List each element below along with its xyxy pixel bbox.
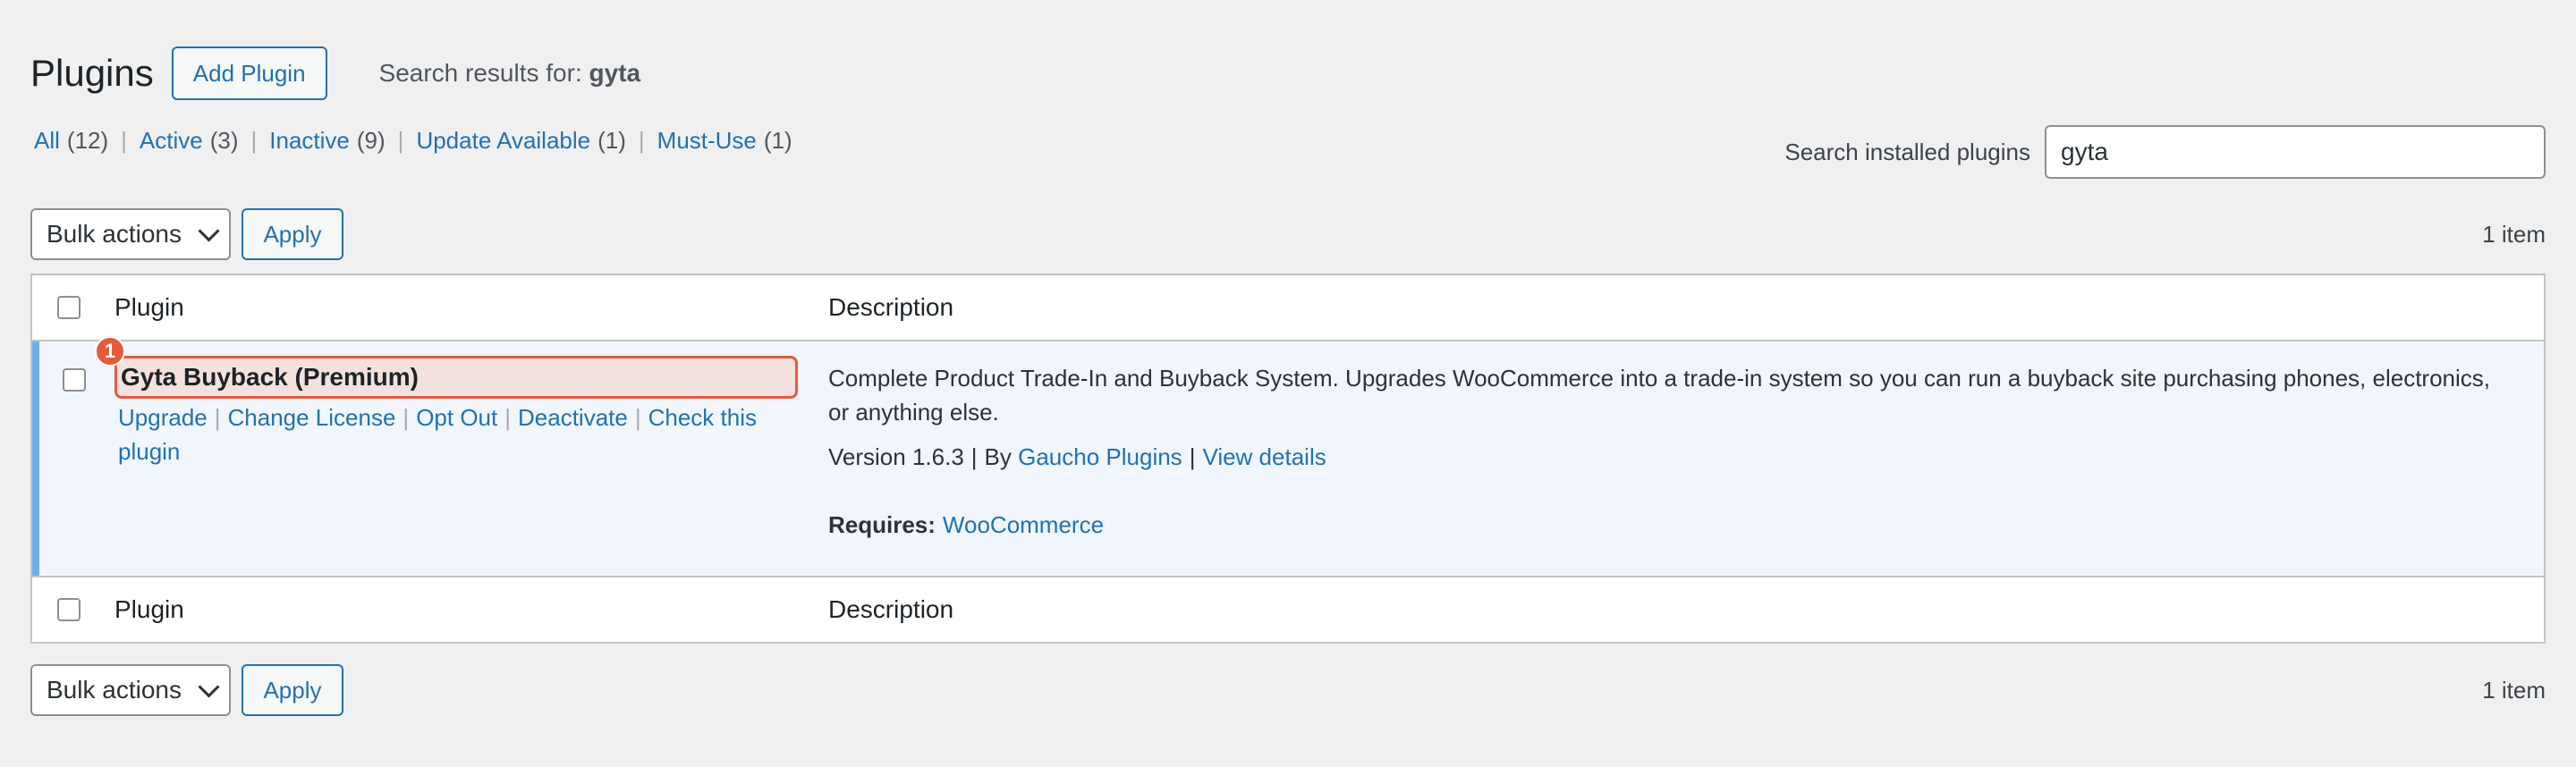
column-footer-plugin[interactable]: Plugin <box>114 595 184 624</box>
table-row: Gyta Buyback (Premium) 1 Upgrade | Change … <box>32 336 2544 577</box>
search-results-term: gyta <box>589 59 641 87</box>
column-footer-description[interactable]: Description <box>828 595 953 624</box>
filter-update-available-link[interactable]: Update Available <box>416 127 590 155</box>
search-results-label: Search results for: gyta <box>378 59 641 87</box>
view-details-link[interactable]: View details <box>1202 443 1326 470</box>
filter-all-link[interactable]: All <box>34 127 60 155</box>
column-header-plugin[interactable]: Plugin <box>114 293 184 322</box>
bulk-actions-select-bottom[interactable]: Bulk actions <box>30 664 231 716</box>
plugin-requires: Requires: WooCommerce <box>828 511 1105 538</box>
bulk-actions-select-top[interactable]: Bulk actions <box>30 208 231 260</box>
opt-out-link[interactable]: Opt Out <box>416 404 497 431</box>
plugin-version: Version 1.6.3 <box>828 443 964 470</box>
filter-active-link[interactable]: Active <box>140 127 203 155</box>
search-input[interactable] <box>2045 125 2546 179</box>
plugin-row-actions: Upgrade | Change License | Opt Out | Deactivat… <box>118 404 757 465</box>
plugin-name[interactable]: Gyta Buyback (Premium) <box>114 356 798 399</box>
annotation-marker: 1 <box>95 336 125 367</box>
apply-button-bottom[interactable]: Apply <box>242 664 343 716</box>
add-plugin-button[interactable]: Add Plugin <box>171 46 327 100</box>
page-title: Plugins <box>30 52 154 94</box>
plugin-meta: Version 1.6.3 | By Gaucho Plugins | View det… <box>828 443 1326 470</box>
apply-button-top[interactable]: Apply <box>242 208 343 260</box>
column-header-description[interactable]: Description <box>828 293 953 322</box>
tablenav-bottom: Bulk actions Apply 1 item <box>30 663 2546 717</box>
item-count-top: 1 item <box>2482 220 2546 248</box>
item-count-bottom: 1 item <box>2482 676 2546 704</box>
chevron-down-icon <box>198 219 220 242</box>
upgrade-link[interactable]: Upgrade <box>118 404 208 431</box>
plugin-status-filters: All (12) | Active (3) | Inactive (9) | Upda… <box>34 127 792 155</box>
plugin-search-box: Search installed plugins <box>1784 125 2546 179</box>
chevron-down-icon <box>198 675 220 698</box>
plugin-description: Complete Product Trade-In and Buyback Sy… <box>828 365 2490 426</box>
tablenav-top: Bulk actions Apply 1 item <box>30 207 2546 261</box>
table-header: Plugin Description <box>32 275 2544 341</box>
filter-must-use-link[interactable]: Must-Use <box>657 127 757 155</box>
select-all-checkbox-bottom[interactable] <box>57 598 80 621</box>
search-installed-plugins-label: Search installed plugins <box>1784 138 2030 165</box>
plugins-table: Plugin Description Gyta Buyback (Premium… <box>30 274 2546 644</box>
select-all-checkbox-top[interactable] <box>57 296 80 319</box>
table-footer: Plugin Description <box>32 576 2544 642</box>
plugin-author-link[interactable]: Gaucho Plugins <box>1018 443 1182 470</box>
change-license-link[interactable]: Change License <box>228 404 396 431</box>
deactivate-link[interactable]: Deactivate <box>518 404 628 431</box>
page-heading-row: Plugins Add Plugin Search results for: g… <box>30 45 640 102</box>
plugin-row-checkbox[interactable] <box>63 368 86 392</box>
requires-woocommerce-link[interactable]: WooCommerce <box>943 511 1104 538</box>
filter-inactive-link[interactable]: Inactive <box>269 127 350 155</box>
